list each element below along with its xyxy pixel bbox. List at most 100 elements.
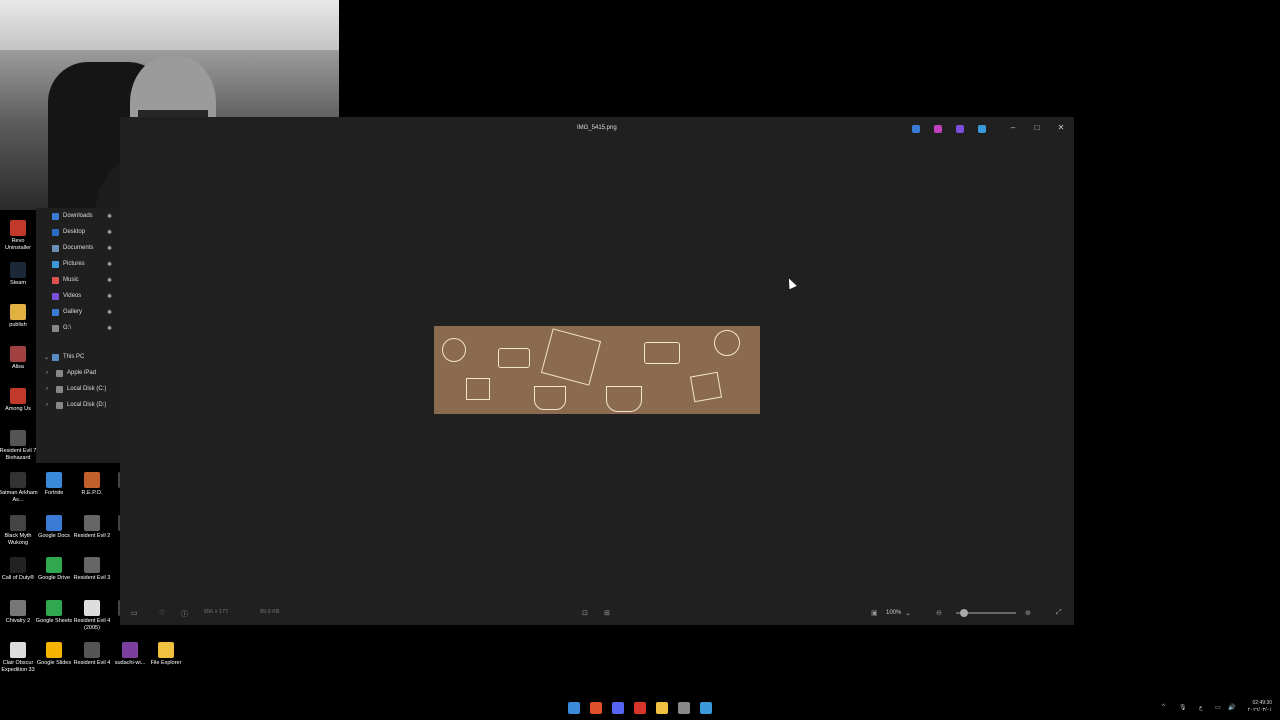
network-icon[interactable]: ▭: [1215, 704, 1221, 711]
desktop-icon[interactable]: Clair Obscur Expedition 33: [0, 642, 38, 674]
nav-pc-item[interactable]: › Apple iPad: [36, 365, 120, 381]
microphone-icon[interactable]: 🎙: [1179, 704, 1187, 711]
desktop-icon[interactable]: Revo Uninstaller: [0, 220, 38, 252]
nav-item[interactable]: Music ✱: [36, 272, 120, 288]
gallery-icon: [52, 308, 59, 316]
nav-item[interactable]: Desktop ✱: [36, 224, 120, 240]
designer-icon[interactable]: [956, 125, 964, 133]
desktop-icon[interactable]: Resident Evil 4: [72, 642, 112, 667]
drive-icon: [52, 324, 59, 332]
favorite-icon[interactable]: ♡: [159, 609, 165, 617]
language-indicator[interactable]: ع: [1199, 704, 1203, 711]
brave-icon[interactable]: [590, 702, 602, 714]
chevron-right-icon: ›: [46, 386, 48, 392]
desktop-icon[interactable]: Batman Arkham As...: [0, 472, 38, 504]
documents-icon: [52, 244, 59, 252]
desktop-icon-label: Google Drive: [37, 575, 71, 581]
desktop-icon-label: Resident Evil 7 Biohazard: [0, 448, 37, 461]
acrobat-icon[interactable]: [634, 702, 646, 714]
nav-item[interactable]: Videos ✱: [36, 288, 120, 304]
maximize-button[interactable]: □: [1030, 123, 1044, 135]
folder-icon: [158, 642, 174, 658]
desktop-icon[interactable]: Among Us: [0, 388, 38, 413]
desktop-icon[interactable]: Fortnite: [34, 472, 74, 497]
crop-icon[interactable]: ⊡: [582, 609, 588, 617]
onedrive-icon[interactable]: [978, 125, 986, 133]
nav-item[interactable]: Pictures ✱: [36, 256, 120, 272]
photos-icon[interactable]: [700, 702, 712, 714]
desktop-icon[interactable]: Google Slides: [34, 642, 74, 667]
discord-icon[interactable]: [612, 702, 624, 714]
obs-icon[interactable]: [678, 702, 690, 714]
minimize-button[interactable]: –: [1006, 123, 1020, 135]
folder-icon: [10, 304, 26, 320]
volume-icon[interactable]: 🔊: [1228, 704, 1235, 711]
nav-item[interactable]: Downloads ✱: [36, 208, 120, 224]
pin-icon: ✱: [106, 309, 112, 316]
desktop-icon-label: Black Myth Wukong: [4, 533, 32, 546]
sheets-icon: [46, 600, 62, 616]
desktop-icon-label: Call of Duty®: [1, 575, 35, 581]
desktop-icon[interactable]: File Explorer: [146, 642, 186, 667]
desktop-icon-label: Revo Uninstaller: [5, 238, 31, 251]
among-us-icon: [10, 388, 26, 404]
slides-icon: [46, 642, 62, 658]
desktop-icon-label: Clair Obscur Expedition 33: [1, 660, 35, 673]
winrar-icon: [122, 642, 138, 658]
start-icon[interactable]: [568, 702, 580, 714]
actual-size-icon[interactable]: ▣: [871, 609, 878, 617]
re4b-icon: [84, 642, 100, 658]
nav-item[interactable]: G:\ ✱: [36, 320, 120, 336]
zoom-slider[interactable]: [956, 609, 1016, 617]
desktop-icon: [52, 228, 59, 236]
slider-knob[interactable]: [960, 609, 968, 617]
re7-icon: [10, 430, 26, 446]
zoom-in-icon[interactable]: ⊕: [1025, 609, 1031, 617]
desktop-icon-label: Google Sheets: [35, 618, 73, 624]
chevron-up-icon[interactable]: ^: [1162, 704, 1165, 710]
fullscreen-icon[interactable]: ⤢: [1056, 609, 1062, 617]
desktop-icon-label: Resident Evil 4: [73, 660, 111, 666]
desktop-icon[interactable]: Steam: [0, 262, 38, 287]
desktop-icon-label: Steam: [10, 280, 26, 286]
drive-app-icon: [46, 557, 62, 573]
zoom-out-icon[interactable]: ⊖: [936, 609, 942, 617]
zoom-select[interactable]: 100% ⌄: [886, 607, 922, 619]
film-reel-doodle: [442, 338, 466, 362]
desktop-icon[interactable]: Chivalry 2: [0, 600, 38, 625]
close-button[interactable]: ✕: [1054, 123, 1068, 135]
file-explorer-icon[interactable]: [656, 702, 668, 714]
desktop-icon[interactable]: Google Drive: [34, 557, 74, 582]
desktop-icon[interactable]: Resident Evil 3: [72, 557, 112, 582]
file-size: 89.9 KB: [260, 609, 280, 615]
desktop-icon[interactable]: sudachi-wi...: [110, 642, 150, 667]
image-preview[interactable]: [434, 326, 760, 414]
title-bar[interactable]: IMG_5415.png – □ ✕: [120, 117, 1074, 141]
nav-pc-item[interactable]: › Local Disk (D:): [36, 397, 120, 413]
date: ٢٠٢٦/٠٣/٠١: [1247, 707, 1272, 713]
desktop-icon-label: Fortnite: [44, 490, 64, 496]
desktop-icon[interactable]: Google Sheets: [34, 600, 74, 625]
fit-icon[interactable]: ⊞: [604, 609, 610, 617]
clipchamp-icon[interactable]: [934, 125, 942, 133]
nav-item-label: This PC: [63, 354, 85, 360]
filmstrip-icon[interactable]: ▭: [131, 609, 138, 617]
desktop-icon[interactable]: Black Myth Wukong: [0, 515, 38, 547]
desktop-icon-label: File Explorer: [150, 660, 182, 666]
nav-item[interactable]: Documents ✱: [36, 240, 120, 256]
desktop-icon[interactable]: Call of Duty®: [0, 557, 38, 582]
nav-pc-item[interactable]: › Local Disk (C:): [36, 381, 120, 397]
pin-icon: ✱: [106, 213, 112, 220]
desktop-icon[interactable]: Google Docs: [34, 515, 74, 540]
desktop-icon[interactable]: Alisa: [0, 346, 38, 371]
nav-item-label: Apple iPad: [67, 370, 97, 376]
desktop-icon[interactable]: publish: [0, 304, 38, 329]
info-icon[interactable]: ⓘ: [181, 609, 188, 619]
edit-icon[interactable]: [912, 125, 920, 133]
docs-icon: [46, 515, 62, 531]
nav-this-pc[interactable]: ⌄ This PC: [36, 349, 120, 365]
nav-item-label: Videos: [63, 293, 82, 299]
clock[interactable]: 02:49:30 ٢٠٢٦/٠٣/٠١: [1240, 700, 1272, 714]
desktop-icon[interactable]: Resident Evil 7 Biohazard: [0, 430, 38, 462]
nav-item[interactable]: Gallery ✱: [36, 304, 120, 320]
